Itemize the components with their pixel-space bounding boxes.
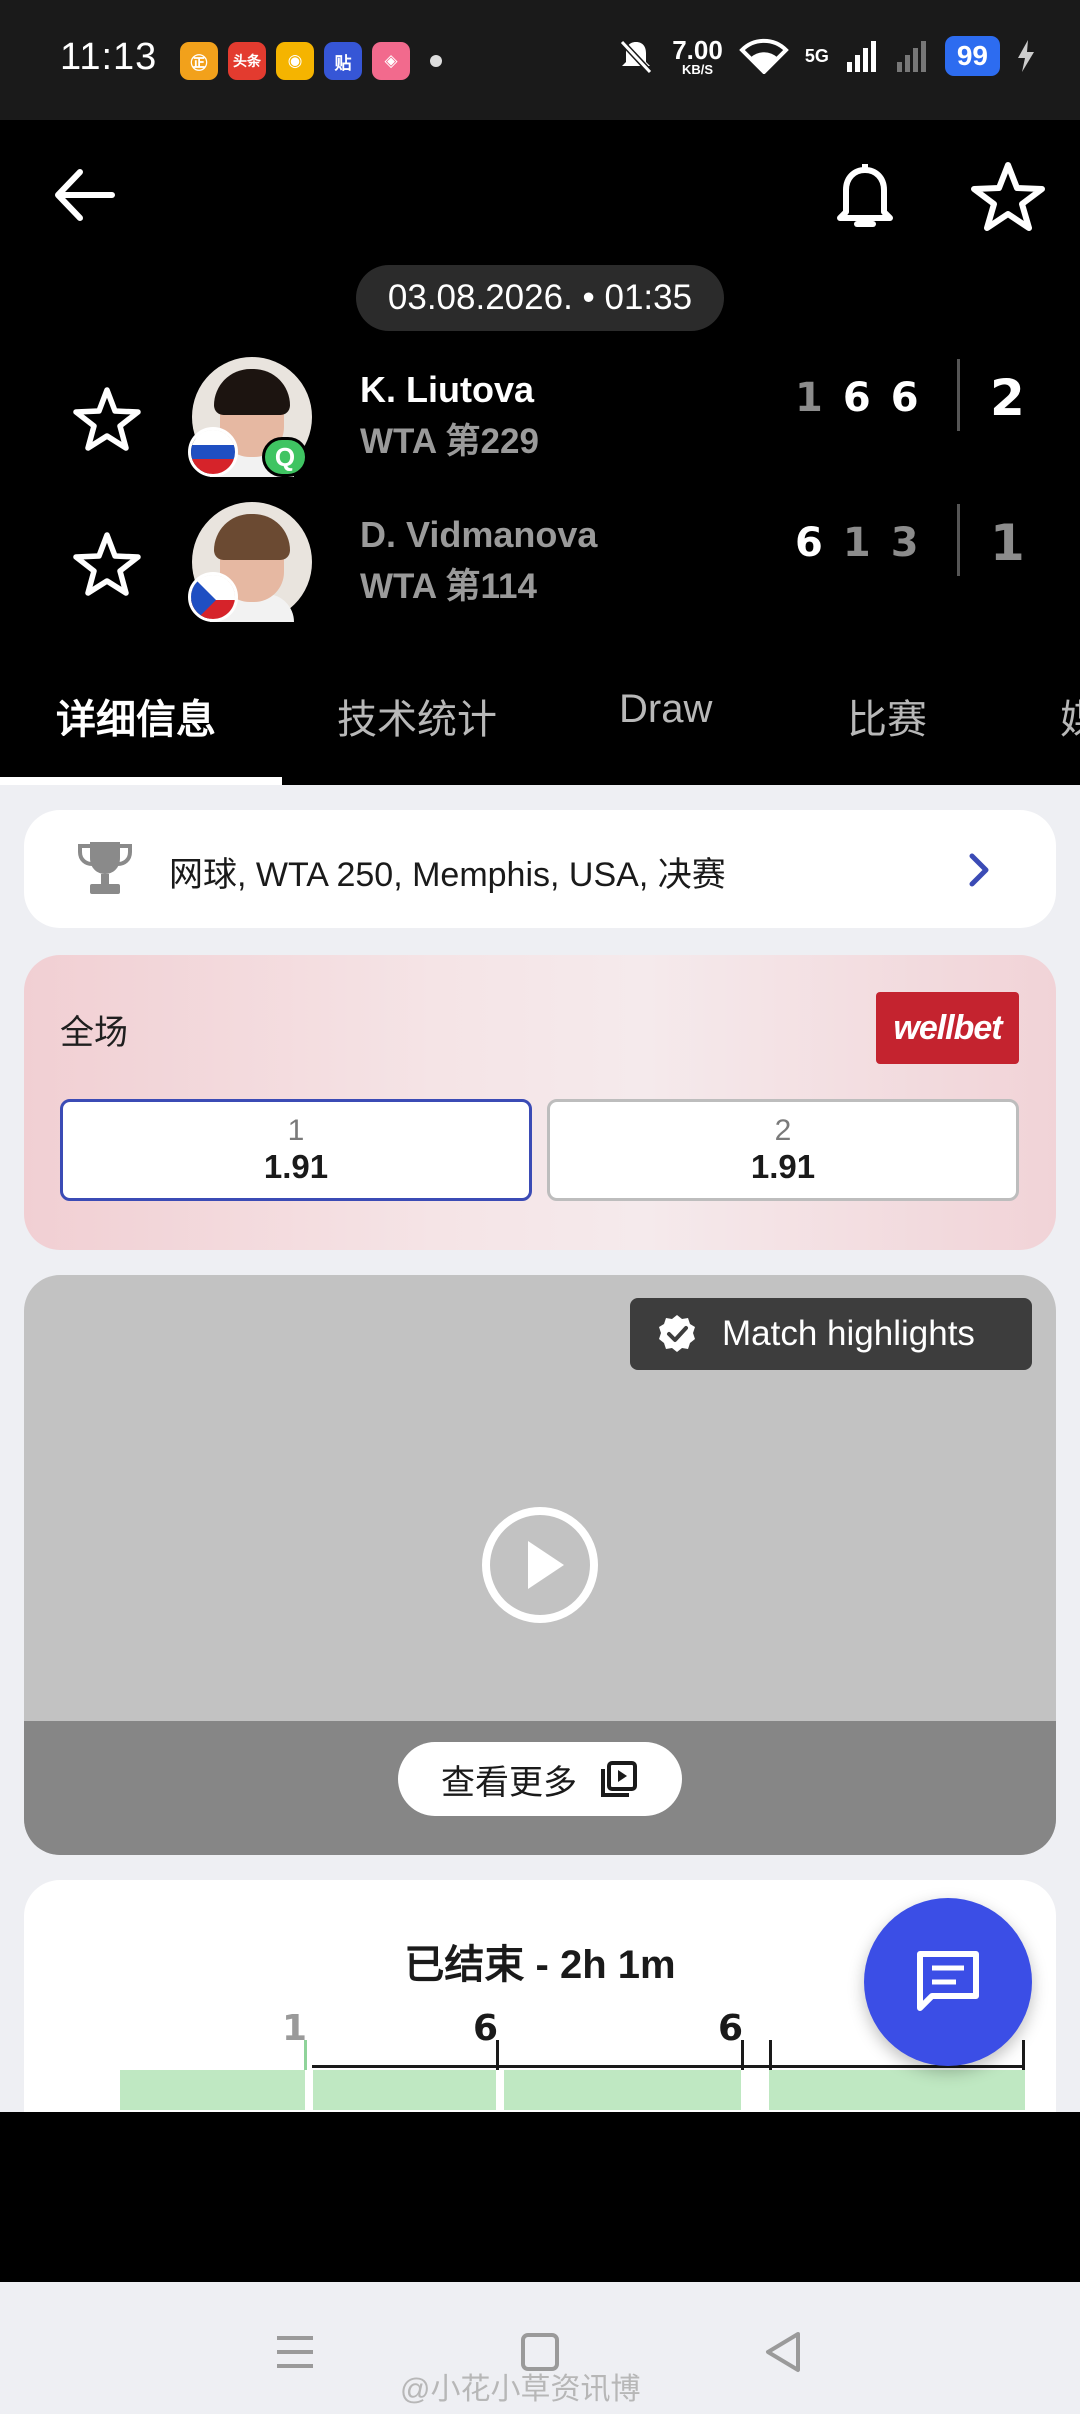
notification-bell-icon[interactable]: [830, 158, 900, 234]
player-rank: WTA 第114: [360, 567, 537, 606]
view-more-button[interactable]: 查看更多: [398, 1742, 682, 1816]
player-row-2[interactable]: D. Vidmanova WTA 第114 6 1 3 1: [0, 502, 1080, 632]
odds-option-2[interactable]: 2 1.91: [547, 1099, 1019, 1201]
set-score-marker: 6: [718, 2008, 744, 2049]
tournament-card[interactable]: 网球, WTA 250, Memphis, USA, 决赛: [24, 810, 1056, 928]
scale-line: [769, 2065, 1025, 2068]
tab-draw[interactable]: Draw: [619, 687, 712, 732]
odds-label: 2: [774, 1113, 792, 1147]
odds-card: 全场 wellbet 1 1.91 2 1.91: [24, 955, 1056, 1250]
status-indicators: 7.00 KB/S 5G 99: [616, 36, 1036, 76]
tab-details[interactable]: 详细信息: [56, 687, 216, 745]
chevron-right-icon: [969, 853, 989, 887]
status-time: 11:13: [60, 36, 158, 78]
avatar-hair: [214, 514, 290, 560]
tieba-app-icon: 贴: [324, 42, 362, 80]
notification-icons: ㊣ 头条 ◉ 贴 ◈: [180, 42, 442, 80]
status-bar: 11:13 ㊣ 头条 ◉ 贴 ◈ 7.00 KB/S 5G 99: [0, 0, 1080, 120]
player-favorite-star-icon[interactable]: [72, 385, 142, 455]
set-score: 1: [842, 520, 871, 566]
scale-tick: [1022, 2040, 1025, 2070]
scale-tick: [496, 2040, 499, 2070]
shopping-app-icon: ㊣: [180, 42, 218, 80]
player-name: K. Liutova: [360, 369, 535, 410]
system-nav-bar: @小花小草资讯博: [0, 2282, 1080, 2414]
player-avatar: Q: [188, 357, 312, 477]
player-rank: WTA 第229: [360, 422, 539, 461]
russia-flag-icon: [188, 427, 238, 477]
play-icon[interactable]: [480, 1505, 600, 1625]
scale-tick: [769, 2040, 772, 2070]
czech-flag-icon: [188, 572, 238, 622]
set-bar: [504, 2070, 741, 2110]
scale-line: [312, 2065, 772, 2068]
tab-media[interactable]: 媒: [1060, 687, 1080, 745]
toutiao-app-icon: 头条: [228, 42, 266, 80]
qualifier-badge: Q: [262, 437, 308, 477]
scale-tick: [304, 2040, 307, 2070]
view-more-label: 查看更多: [441, 1763, 577, 1802]
video-card[interactable]: Match highlights 查看更多: [24, 1275, 1056, 1855]
player-favorite-star-icon[interactable]: [72, 530, 142, 600]
highlights-label: Match highlights: [722, 1314, 975, 1353]
score-divider: [957, 504, 960, 576]
back-arrow-icon[interactable]: [50, 160, 120, 230]
set-bar: [120, 2070, 305, 2110]
weibo-app-icon: ◉: [276, 42, 314, 80]
back-icon[interactable]: [754, 2322, 814, 2382]
avatar-hair: [214, 369, 290, 415]
black-band: [0, 2112, 1080, 2282]
player-name: D. Vidmanova: [360, 514, 598, 555]
network-type: 5G: [804, 45, 829, 66]
watermark: @小花小草资讯博: [400, 2373, 641, 2406]
more-notifications-dot: [430, 55, 442, 67]
odds-value: 1.91: [263, 1147, 329, 1185]
player-row-1[interactable]: Q K. Liutova WTA 第229 1 6 6 2: [0, 357, 1080, 487]
odds-value: 1.91: [750, 1147, 816, 1185]
odds-title: 全场: [60, 1014, 128, 1052]
set-score: 3: [890, 520, 919, 566]
signal-icon: [846, 41, 876, 72]
bookmaker-logo[interactable]: wellbet: [876, 992, 1019, 1064]
set-score: 6: [795, 520, 823, 566]
player-avatar: [188, 502, 312, 622]
video-library-icon: [601, 1761, 637, 1797]
odds-label: 1: [287, 1113, 305, 1147]
signal-2-icon: [896, 41, 926, 72]
set-score: 1: [795, 375, 823, 421]
set-score: 6: [842, 375, 871, 421]
set-scores: 1 6 6: [795, 375, 919, 421]
set-bar: [769, 2070, 1025, 2110]
charging-icon: [1018, 40, 1034, 72]
verified-badge-icon: [659, 1315, 695, 1352]
scale-tick: [741, 2040, 744, 2070]
wifi-icon: [739, 38, 789, 74]
set-bar: [313, 2070, 496, 2110]
mute-icon: [620, 39, 653, 75]
chat-icon: [917, 1951, 979, 2011]
active-tab-indicator: [0, 777, 282, 785]
sets-total: 1: [990, 514, 1025, 572]
set-score-marker: 6: [473, 2008, 499, 2049]
match-date: 03.08.2026. • 01:35: [356, 265, 724, 331]
odds-option-1[interactable]: 1 1.91: [60, 1099, 532, 1201]
menu-icon[interactable]: [265, 2322, 325, 2382]
shopping-bag-app-icon: ◈: [372, 42, 410, 80]
trophy-icon: [78, 842, 132, 894]
match-highlights-badge: Match highlights: [630, 1298, 1032, 1370]
tournament-name: 网球, WTA 250, Memphis, USA, 决赛: [169, 856, 726, 894]
net-speed: 7.00 KB/S: [672, 34, 723, 77]
sets-total: 2: [990, 369, 1025, 427]
battery-level: 99: [944, 36, 1000, 76]
favorite-star-icon[interactable]: [970, 160, 1046, 232]
tab-matches[interactable]: 比赛: [847, 687, 927, 745]
tab-statistics[interactable]: 技术统计: [337, 687, 497, 745]
set-scores: 6 1 3: [795, 520, 919, 566]
set-score: 6: [890, 375, 919, 421]
tab-bar: 详细信息 技术统计 Draw 比赛 媒: [0, 655, 1080, 785]
score-divider: [957, 359, 960, 431]
chat-button[interactable]: [864, 1898, 1032, 2066]
